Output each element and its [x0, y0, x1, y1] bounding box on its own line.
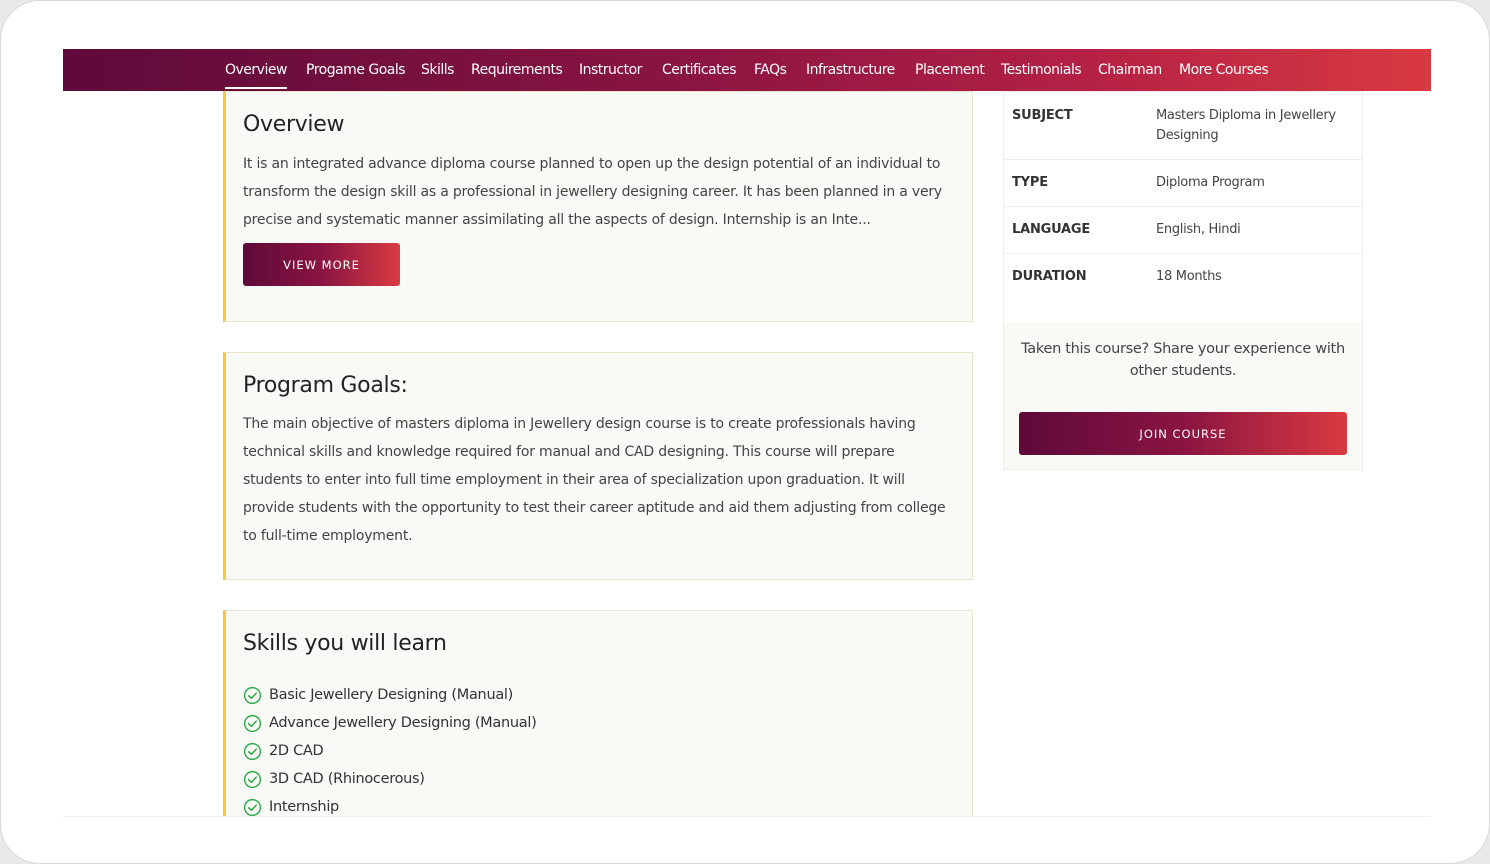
check-circle-icon	[243, 714, 262, 732]
nav-program-goals[interactable]: Progame Goals	[306, 49, 406, 91]
skill-label: Basic Jewellery Designing (Manual)	[269, 687, 514, 703]
nav-placement[interactable]: Placement	[915, 49, 985, 91]
list-item: 2D CAD	[243, 737, 536, 765]
share-experience-box: Taken this course? Share your experience…	[1004, 322, 1362, 469]
skill-label: Internship	[269, 799, 339, 815]
info-value: 18 Months	[1156, 269, 1222, 284]
list-item: Advance Jewellery Designing (Manual)	[243, 709, 537, 737]
nav-testimonials[interactable]: Testimonials	[1001, 49, 1082, 91]
nav-requirements[interactable]: Requirements	[471, 49, 563, 91]
overview-text: It is an integrated advance diploma cour…	[243, 156, 943, 228]
skill-label: Advance Jewellery Designing (Manual)	[269, 715, 537, 731]
join-course-button[interactable]: Join Course	[1019, 412, 1347, 455]
overview-card: Overview It is an integrated advance dip…	[223, 91, 973, 322]
nav-chairman[interactable]: Chairman	[1098, 49, 1162, 91]
list-item: 3D CAD (Rhinocerous)	[243, 765, 536, 793]
info-row-language: LANGUAGE English, Hindi	[1004, 207, 1362, 254]
nav-certificates[interactable]: Certificates	[662, 49, 737, 91]
skill-label: 2D CAD	[269, 743, 324, 759]
check-circle-icon	[243, 686, 262, 704]
check-circle-icon	[243, 770, 262, 788]
nav-overview[interactable]: Overview	[225, 49, 287, 91]
list-item: Internship	[243, 793, 536, 816]
program-goals-card: Program Goals: The main objective of mas…	[223, 352, 973, 580]
nav-instructor[interactable]: Instructor	[579, 49, 642, 91]
page-viewport: Overview Progame Goals Skills Requiremen…	[63, 49, 1431, 817]
check-circle-icon	[243, 742, 262, 760]
skill-label: 3D CAD (Rhinocerous)	[269, 771, 425, 787]
info-row-duration: DURATION 18 Months	[1004, 254, 1362, 322]
info-value: Diploma Program	[1156, 175, 1265, 190]
share-experience-text: Taken this course? Share your experience…	[1021, 341, 1345, 379]
info-key: DURATION	[1012, 269, 1087, 284]
info-key: SUBJECT	[1012, 108, 1073, 123]
nav-infrastructure[interactable]: Infrastructure	[806, 49, 895, 91]
view-more-button[interactable]: View More	[243, 243, 400, 286]
nav-skills[interactable]: Skills	[421, 49, 454, 91]
info-value: English, Hindi	[1156, 222, 1241, 237]
check-circle-icon	[243, 798, 262, 816]
list-item: Basic Jewellery Designing (Manual)	[243, 681, 536, 709]
course-info-panel: SUBJECT Masters Diploma in Jewellery Des…	[1003, 91, 1363, 470]
info-key: TYPE	[1012, 175, 1048, 190]
skills-card: Skills you will learn Basic Jewellery De…	[223, 610, 973, 816]
nav-more-courses[interactable]: More Courses	[1179, 49, 1269, 91]
program-goals-title: Program Goals:	[243, 373, 408, 398]
section-nav-bar: Overview Progame Goals Skills Requiremen…	[63, 49, 1431, 91]
info-key: LANGUAGE	[1012, 222, 1091, 237]
skills-list: Basic Jewellery Designing (Manual) Advan…	[243, 681, 537, 816]
overview-title: Overview	[243, 112, 345, 137]
program-goals-text: The main objective of masters diploma in…	[243, 416, 946, 544]
nav-faqs[interactable]: FAQs	[754, 49, 787, 91]
skills-title: Skills you will learn	[243, 631, 447, 656]
info-row-subject: SUBJECT Masters Diploma in Jewellery Des…	[1004, 92, 1362, 160]
info-value: Masters Diploma in Jewellery Designing	[1156, 108, 1336, 143]
info-row-type: TYPE Diploma Program	[1004, 160, 1362, 207]
device-frame: Overview Progame Goals Skills Requiremen…	[0, 0, 1490, 864]
